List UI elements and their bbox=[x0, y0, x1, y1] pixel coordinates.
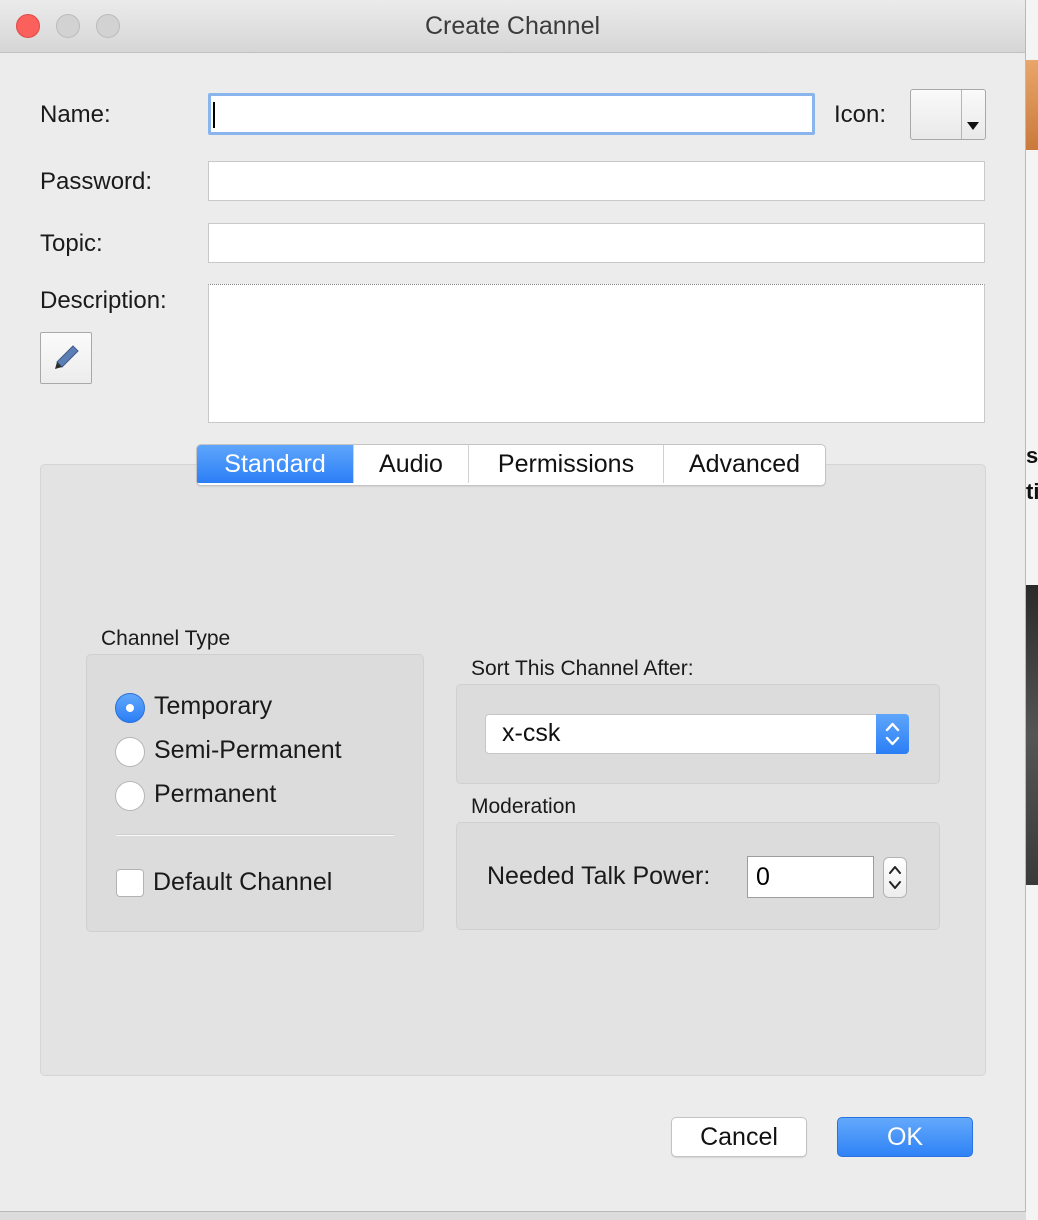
moderation-title: Moderation bbox=[471, 795, 577, 818]
name-input[interactable] bbox=[208, 93, 815, 135]
title-bar[interactable]: Create Channel bbox=[0, 0, 1025, 53]
sort-after-select[interactable]: x-csk bbox=[485, 714, 909, 754]
background-text: s bbox=[1026, 443, 1038, 468]
background-image-orange bbox=[1026, 60, 1038, 150]
tab-advanced[interactable]: Advanced bbox=[664, 445, 825, 483]
up-down-chevron-icon bbox=[876, 714, 909, 754]
option-label-temporary[interactable]: Temporary bbox=[154, 692, 272, 721]
tab-permissions[interactable]: Permissions bbox=[469, 445, 664, 483]
up-down-chevron-icon bbox=[889, 866, 901, 889]
create-channel-dialog: Create Channel Name: Icon: Password: Top… bbox=[0, 0, 1026, 1212]
description-label: Description: bbox=[40, 287, 167, 314]
tab-standard[interactable]: Standard bbox=[197, 445, 354, 483]
description-textarea[interactable] bbox=[208, 284, 985, 423]
window-title: Create Channel bbox=[424, 12, 601, 40]
tab-audio[interactable]: Audio bbox=[354, 445, 469, 483]
default-channel-label[interactable]: Default Channel bbox=[153, 868, 332, 897]
tab-bar: Standard Audio Permissions Advanced bbox=[196, 444, 826, 486]
background-text: ti bbox=[1026, 479, 1038, 504]
channel-type-title: Channel Type bbox=[101, 627, 231, 650]
option-label-semi-permanent[interactable]: Semi-Permanent bbox=[154, 736, 342, 765]
cancel-button[interactable]: Cancel bbox=[671, 1117, 807, 1157]
name-label: Name: bbox=[40, 101, 111, 128]
dropdown-arrow-icon bbox=[967, 122, 979, 130]
talk-power-stepper[interactable] bbox=[883, 857, 907, 898]
option-label-permanent[interactable]: Permanent bbox=[154, 780, 276, 809]
pencil-icon bbox=[55, 345, 79, 369]
radio-temporary[interactable] bbox=[115, 693, 145, 723]
background-image-dark bbox=[1026, 585, 1038, 885]
background-app-edge: s ti bbox=[1026, 0, 1038, 1220]
ok-button[interactable]: OK bbox=[837, 1117, 973, 1157]
sort-after-title: Sort This Channel After: bbox=[471, 657, 694, 680]
default-channel-checkbox[interactable] bbox=[116, 869, 144, 897]
text-caret bbox=[213, 102, 215, 128]
sort-after-value: x-csk bbox=[502, 719, 561, 747]
password-label: Password: bbox=[40, 168, 153, 195]
talk-power-label: Needed Talk Power: bbox=[487, 862, 711, 890]
select-divider bbox=[961, 90, 962, 139]
separator bbox=[116, 834, 394, 836]
edit-description-button[interactable] bbox=[40, 332, 92, 384]
icon-select[interactable] bbox=[910, 89, 986, 140]
topic-label: Topic: bbox=[40, 230, 103, 257]
radio-semi-permanent[interactable] bbox=[115, 737, 145, 767]
radio-permanent[interactable] bbox=[115, 781, 145, 811]
icon-label: Icon: bbox=[834, 101, 887, 128]
talk-power-input[interactable] bbox=[747, 856, 874, 898]
password-input[interactable] bbox=[208, 161, 985, 201]
topic-input[interactable] bbox=[208, 223, 985, 263]
